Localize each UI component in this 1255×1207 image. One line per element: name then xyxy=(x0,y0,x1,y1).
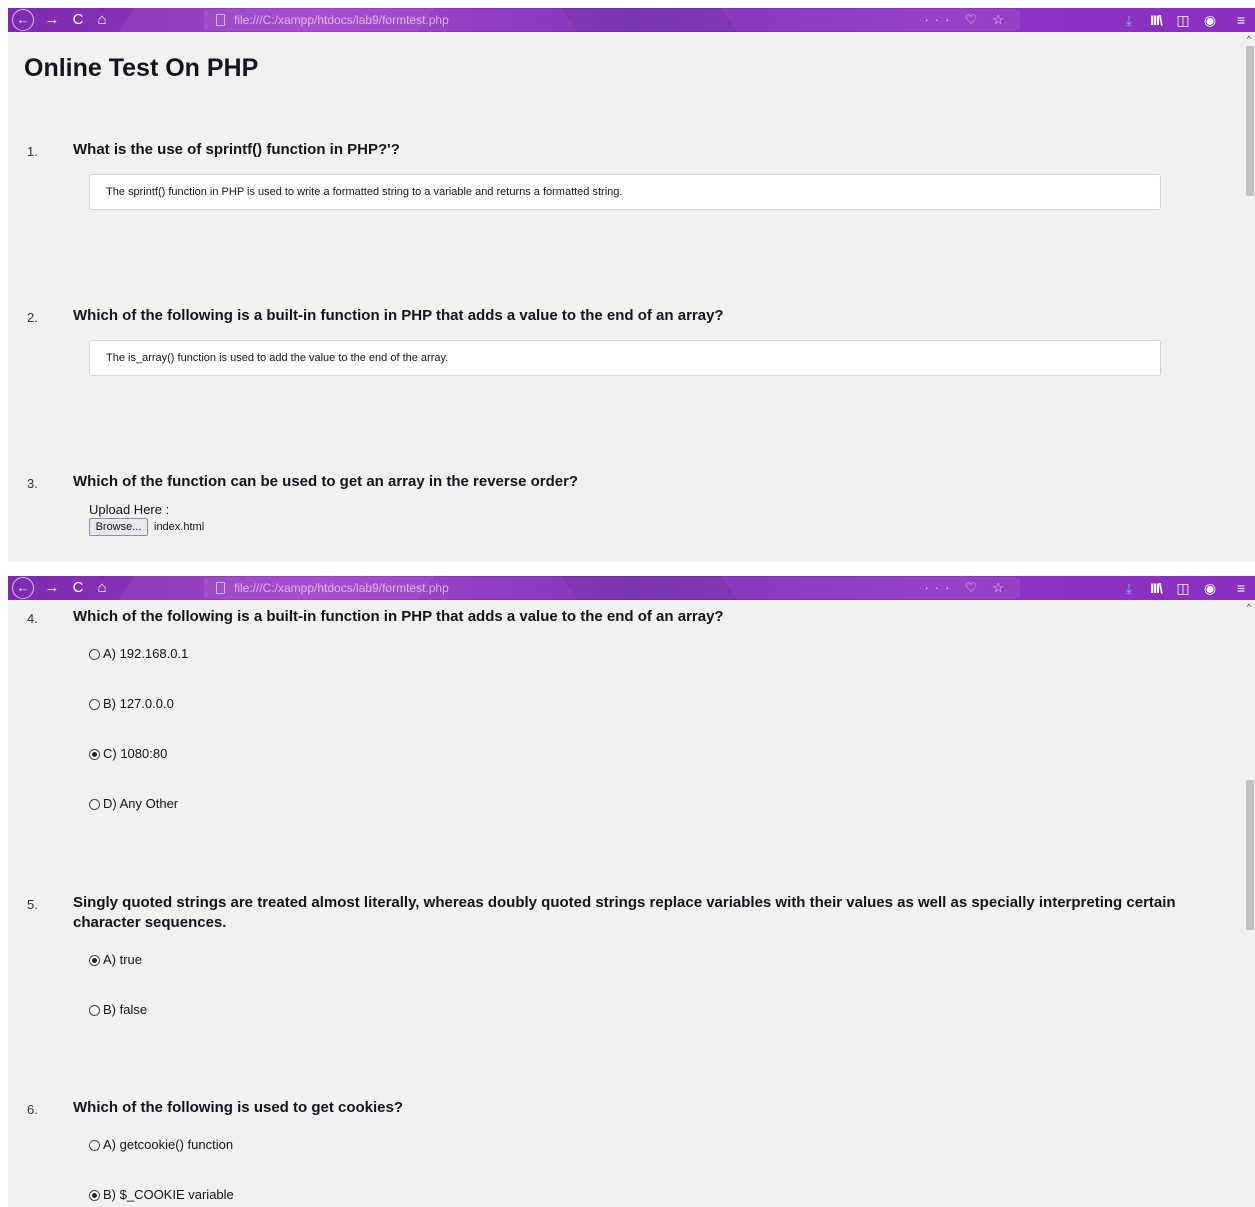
radio-option[interactable]: D) Any Other xyxy=(89,796,178,812)
radio-button-selected[interactable] xyxy=(89,955,100,966)
radio-option[interactable]: A) getcookie() function xyxy=(89,1137,233,1153)
question-number: 4. xyxy=(27,611,38,626)
browse-button[interactable]: Browse... xyxy=(89,518,148,536)
sidebar-icon[interactable]: ◫ xyxy=(1172,10,1194,30)
page-icon xyxy=(216,582,225,594)
page-actions-icons[interactable]: ··· ♡ ☆ xyxy=(924,578,1010,598)
option-label: B) $_COOKIE variable xyxy=(103,1187,234,1202)
option-label: B) false xyxy=(103,1002,148,1017)
radio-option[interactable]: C) 1080:80 xyxy=(89,746,167,762)
page-title: Online Test On PHP xyxy=(24,54,259,82)
question-text: What is the use of sprintf() function in… xyxy=(73,141,400,158)
question-text: Singly quoted strings are treated almost… xyxy=(73,894,1176,931)
home-icon[interactable]: ⌂ xyxy=(92,578,112,598)
scroll-up-icon[interactable]: ^ xyxy=(1243,600,1255,614)
scrollbar[interactable]: ^ xyxy=(1243,32,1255,562)
question-number: 2. xyxy=(27,310,38,325)
option-label: B) 127.0.0.0 xyxy=(103,696,174,711)
home-icon[interactable]: ⌂ xyxy=(92,10,112,30)
back-arrow-icon[interactable]: ← xyxy=(12,9,34,31)
browser-toolbar: ← → C ⌂ file:///C:/xampp/htdocs/lab9/for… xyxy=(8,8,1255,32)
radio-button-selected[interactable] xyxy=(89,1190,100,1201)
option-label: A) true xyxy=(103,952,143,967)
forward-arrow-icon[interactable]: → xyxy=(42,578,62,598)
page-content: 4. Which of the following is a built-in … xyxy=(8,600,1243,1207)
radio-button[interactable] xyxy=(89,1005,100,1016)
library-icon[interactable]: III\ xyxy=(1145,10,1167,30)
question-text: Which of the function can be used to get… xyxy=(73,473,579,490)
radio-option[interactable]: A) 192.168.0.1 xyxy=(89,646,188,662)
forward-arrow-icon[interactable]: → xyxy=(42,10,62,30)
option-label: A) 192.168.0.1 xyxy=(103,646,189,661)
radio-button[interactable] xyxy=(89,649,100,660)
reload-icon[interactable]: C xyxy=(68,578,88,598)
option-label: A) getcookie() function xyxy=(103,1137,234,1152)
hamburger-menu-icon[interactable]: ≡ xyxy=(1230,10,1252,30)
scrollbar[interactable]: ^ xyxy=(1243,600,1255,1207)
download-icon[interactable]: ⤓ xyxy=(1118,10,1140,30)
question-number: 5. xyxy=(27,897,38,912)
question-text: Which of the following is used to get co… xyxy=(73,1099,404,1116)
radio-button[interactable] xyxy=(89,799,100,810)
radio-option[interactable]: A) true xyxy=(89,952,142,968)
answer-textarea[interactable]: The sprintf() function in PHP is used to… xyxy=(89,174,1161,210)
radio-button[interactable] xyxy=(89,699,100,710)
question-number: 3. xyxy=(27,476,38,491)
question-text: Which of the following is a built-in fun… xyxy=(73,608,724,625)
page-actions-icons[interactable]: ··· ♡ ☆ xyxy=(924,10,1010,30)
upload-label: Upload Here : xyxy=(89,502,170,517)
url-bar[interactable]: file:///C:/xampp/htdocs/lab9/formtest.ph… xyxy=(204,9,1020,31)
scroll-thumb[interactable] xyxy=(1246,780,1254,930)
radio-option[interactable]: B) 127.0.0.0 xyxy=(89,696,174,712)
selected-file-name: index.html xyxy=(154,521,205,533)
question-number: 1. xyxy=(27,144,38,159)
account-icon[interactable]: ◉ xyxy=(1199,10,1221,30)
radio-button[interactable] xyxy=(89,1140,100,1151)
radio-button-selected[interactable] xyxy=(89,749,100,760)
question-text: Which of the following is a built-in fun… xyxy=(73,307,724,324)
option-label: D) Any Other xyxy=(103,796,179,811)
scroll-up-icon[interactable]: ^ xyxy=(1243,32,1255,46)
url-bar[interactable]: file:///C:/xampp/htdocs/lab9/formtest.ph… xyxy=(204,577,1020,599)
radio-option[interactable]: B) false xyxy=(89,1002,147,1018)
scroll-thumb[interactable] xyxy=(1246,46,1254,196)
account-icon[interactable]: ◉ xyxy=(1199,578,1221,598)
back-arrow-icon[interactable]: ← xyxy=(12,577,34,599)
sidebar-icon[interactable]: ◫ xyxy=(1172,578,1194,598)
option-label: C) 1080:80 xyxy=(103,746,168,761)
library-icon[interactable]: III\ xyxy=(1145,578,1167,598)
page-content: Online Test On PHP 1. What is the use of… xyxy=(8,32,1243,562)
browser-toolbar: ← → C ⌂ file:///C:/xampp/htdocs/lab9/for… xyxy=(8,576,1255,600)
url-text: file:///C:/xampp/htdocs/lab9/formtest.ph… xyxy=(234,13,449,27)
reload-icon[interactable]: C xyxy=(68,10,88,30)
url-text: file:///C:/xampp/htdocs/lab9/formtest.ph… xyxy=(234,581,449,595)
answer-textarea[interactable]: The is_array() function is used to add t… xyxy=(89,340,1161,376)
page-icon xyxy=(216,14,225,26)
browser-window-bottom: ← → C ⌂ file:///C:/xampp/htdocs/lab9/for… xyxy=(8,576,1255,1207)
download-icon[interactable]: ⤓ xyxy=(1118,578,1140,598)
question-number: 6. xyxy=(27,1102,38,1117)
radio-option[interactable]: B) $_COOKIE variable xyxy=(89,1187,234,1203)
hamburger-menu-icon[interactable]: ≡ xyxy=(1230,578,1252,598)
browser-window-top: ← → C ⌂ file:///C:/xampp/htdocs/lab9/for… xyxy=(8,8,1255,562)
